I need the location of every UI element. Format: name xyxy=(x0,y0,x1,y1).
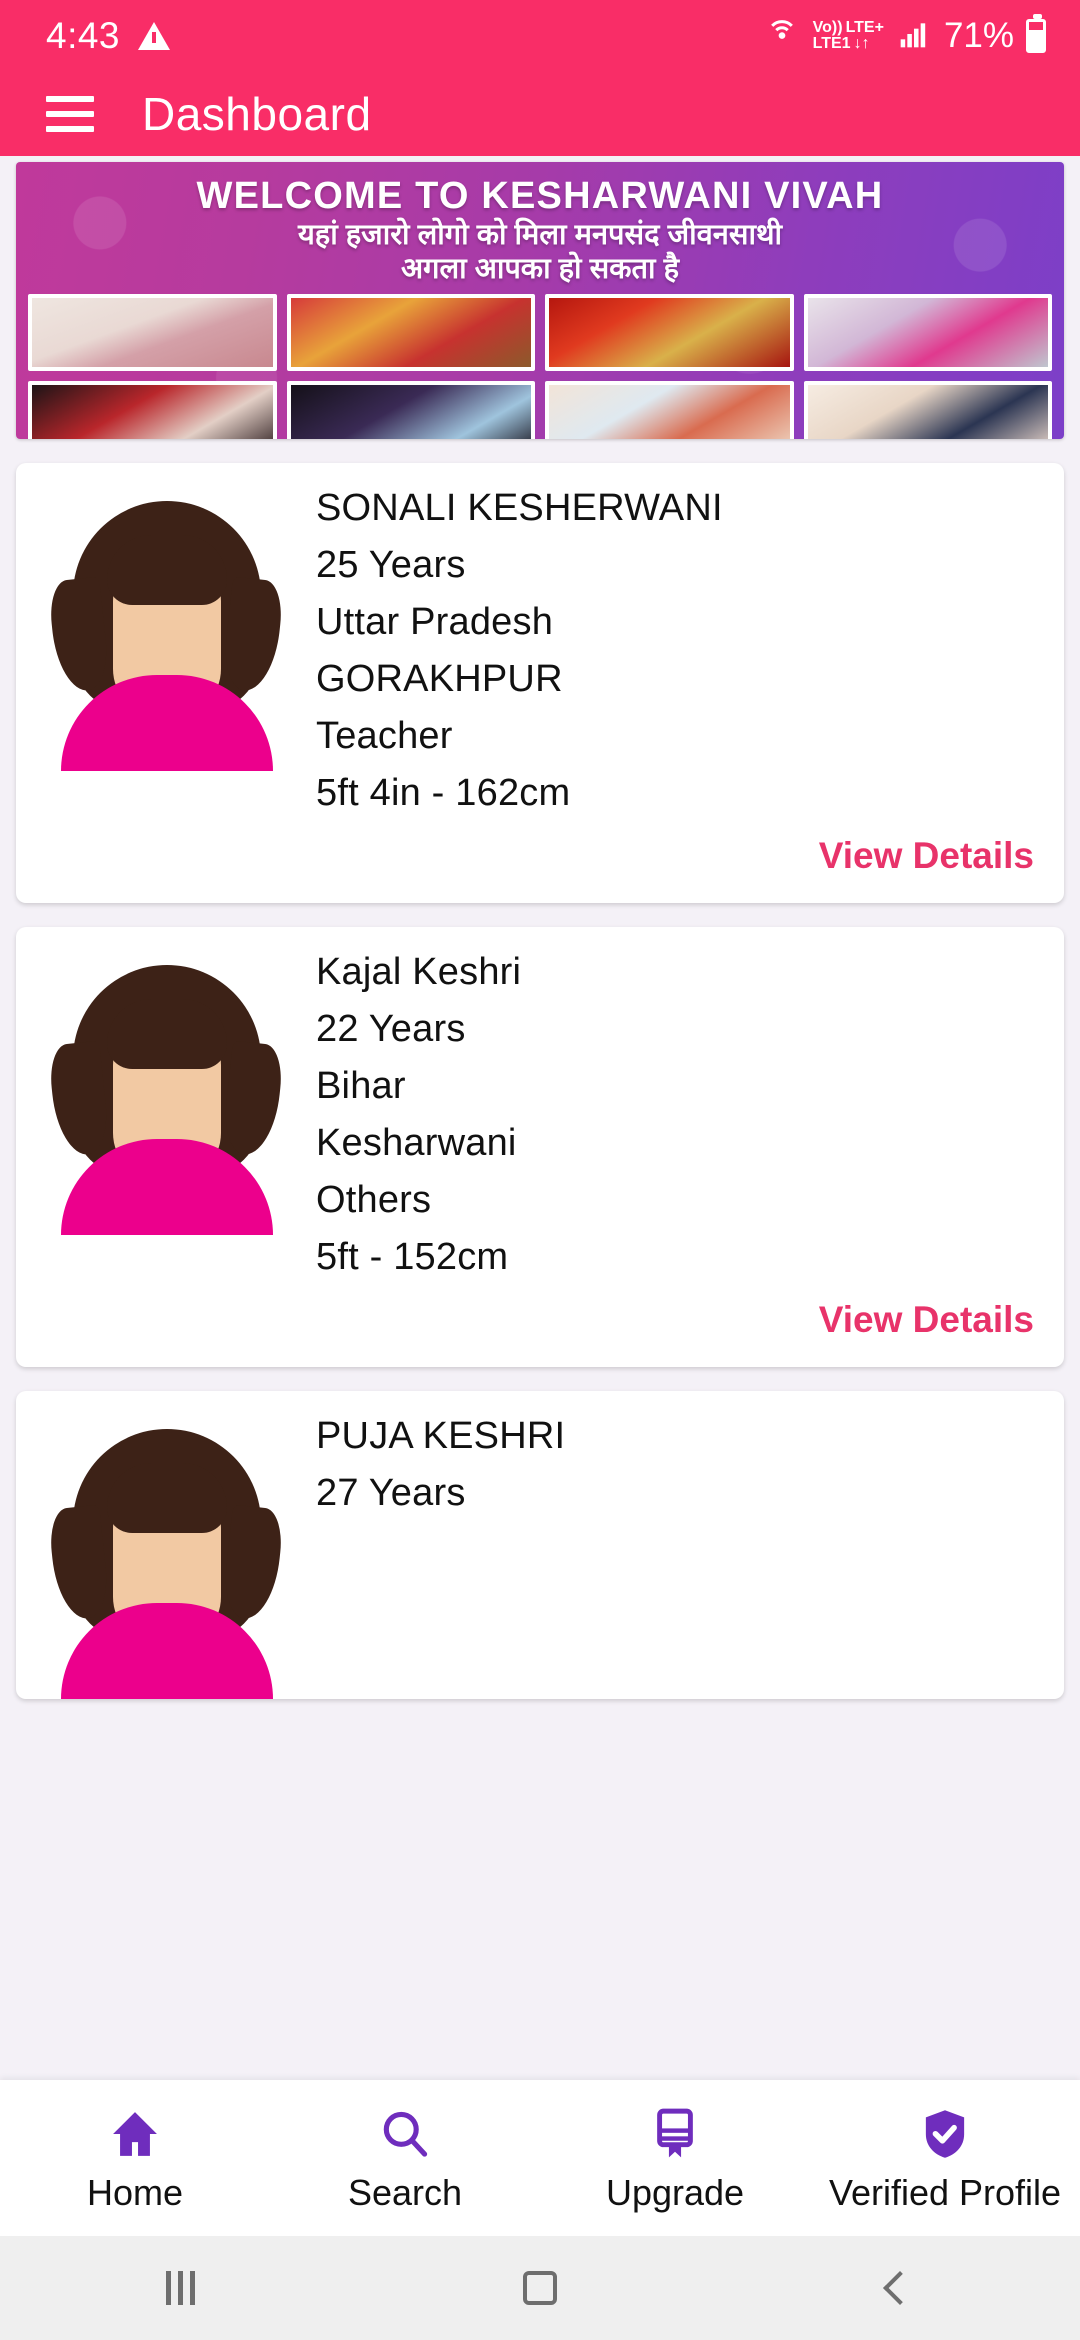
banner-subtitle-line1: यहां हजारो लोगो को मिला मनपसंद जीवनसाथी xyxy=(297,219,782,251)
avatar xyxy=(16,1405,316,1699)
search-icon xyxy=(377,2102,433,2166)
profile-card[interactable]: SONALI KESHERWANI 25 Years Uttar Pradesh… xyxy=(16,463,1064,903)
bottom-navigation: Home Search Upgrade Verified Profile xyxy=(0,2080,1080,2236)
profile-info: SONALI KESHERWANI 25 Years Uttar Pradesh… xyxy=(316,477,1064,829)
status-bar-left: 4:43 xyxy=(46,15,171,57)
battery-percent: 71% xyxy=(943,16,1014,55)
volte-label: Vo)) xyxy=(812,19,843,36)
nav-item-upgrade[interactable]: Upgrade xyxy=(540,2102,810,2214)
app-bar: Dashboard xyxy=(0,72,1080,156)
scroll-content[interactable]: WELCOME TO KESHARWANI VIVAH यहां हजारो ल… xyxy=(0,156,1080,2080)
battery-icon xyxy=(1026,14,1046,53)
wedding-photo xyxy=(803,381,1052,439)
avatar xyxy=(16,477,316,829)
nav-item-search[interactable]: Search xyxy=(270,2102,540,2214)
profile-card[interactable]: Kajal Keshri 22 Years Bihar Kesharwani O… xyxy=(16,927,1064,1367)
signal-bars-icon xyxy=(896,18,932,55)
view-details-link[interactable]: View Details xyxy=(16,1293,1064,1367)
data-arrows: ↓↑ xyxy=(853,35,870,52)
wedding-photo xyxy=(286,381,535,439)
hotspot-icon xyxy=(763,15,801,58)
profile-height: 5ft 4in - 162cm xyxy=(316,772,571,814)
nav-label-upgrade: Upgrade xyxy=(605,2172,745,2213)
wedding-photo xyxy=(545,381,794,439)
banner-title: WELCOME TO KESHARWANI VIVAH xyxy=(196,175,884,217)
recents-icon[interactable] xyxy=(0,2271,360,2305)
profile-state: Bihar xyxy=(316,1065,406,1107)
banner-subtitle-line2: अगला आपका हो सकता है xyxy=(400,253,679,286)
status-bar-right: Vo)) LTE+ LTE1 ↓↑ 71% xyxy=(763,14,1046,58)
wedding-photo xyxy=(545,294,794,372)
status-bar: 4:43 Vo)) LTE+ LTE1 ↓↑ 71% xyxy=(0,0,1080,72)
profile-name: Kajal Keshri xyxy=(316,951,522,993)
profile-age: 22 Years xyxy=(316,1008,466,1050)
profile-age: 25 Years xyxy=(316,544,466,586)
nav-label-home: Home xyxy=(86,2172,184,2213)
lte1-label: LTE1 xyxy=(812,35,851,52)
profile-occupation: Others xyxy=(316,1179,432,1221)
profile-info: Kajal Keshri 22 Years Bihar Kesharwani O… xyxy=(316,941,1064,1293)
promo-banner[interactable]: WELCOME TO KESHARWANI VIVAH यहां हजारो ल… xyxy=(16,162,1064,439)
profile-info: PUJA KESHRI 27 Years xyxy=(316,1405,1064,1699)
profile-height: 5ft - 152cm xyxy=(316,1236,509,1278)
banner-photo-grid xyxy=(16,286,1064,439)
profile-name: SONALI KESHERWANI xyxy=(316,487,723,529)
lte-plus-label: LTE+ xyxy=(845,19,884,36)
wedding-photo xyxy=(28,381,277,439)
nav-label-search: Search xyxy=(347,2172,463,2213)
profile-city: GORAKHPUR xyxy=(316,658,563,700)
profile-name: PUJA KESHRI xyxy=(316,1415,566,1457)
shield-check-icon xyxy=(917,2102,973,2166)
android-navigation-bar xyxy=(0,2236,1080,2340)
nav-label-verified-profile: Verified Profile xyxy=(828,2172,1062,2213)
nav-item-home[interactable]: Home xyxy=(0,2102,270,2214)
profile-state: Uttar Pradesh xyxy=(316,601,554,643)
warning-triangle-icon xyxy=(138,22,171,50)
wedding-photo xyxy=(286,294,535,372)
wedding-photo xyxy=(803,294,1052,372)
profile-occupation: Teacher xyxy=(316,715,453,757)
back-chevron-icon[interactable] xyxy=(720,2271,1080,2305)
status-time: 4:43 xyxy=(46,15,121,56)
upgrade-card-icon xyxy=(647,2102,703,2166)
home-square-icon[interactable] xyxy=(360,2271,720,2305)
profile-card[interactable]: PUJA KESHRI 27 Years xyxy=(16,1391,1064,1699)
hamburger-menu-icon[interactable] xyxy=(46,96,94,132)
nav-item-verified-profile[interactable]: Verified Profile xyxy=(810,2102,1080,2214)
profile-age: 27 Years xyxy=(316,1472,466,1514)
page-title: Dashboard xyxy=(142,88,372,140)
home-icon xyxy=(107,2102,163,2166)
wedding-photo xyxy=(28,294,277,372)
profile-city: Kesharwani xyxy=(316,1122,517,1164)
network-indicators: Vo)) LTE+ LTE1 ↓↑ xyxy=(813,20,884,52)
view-details-link[interactable]: View Details xyxy=(16,829,1064,903)
avatar xyxy=(16,941,316,1293)
